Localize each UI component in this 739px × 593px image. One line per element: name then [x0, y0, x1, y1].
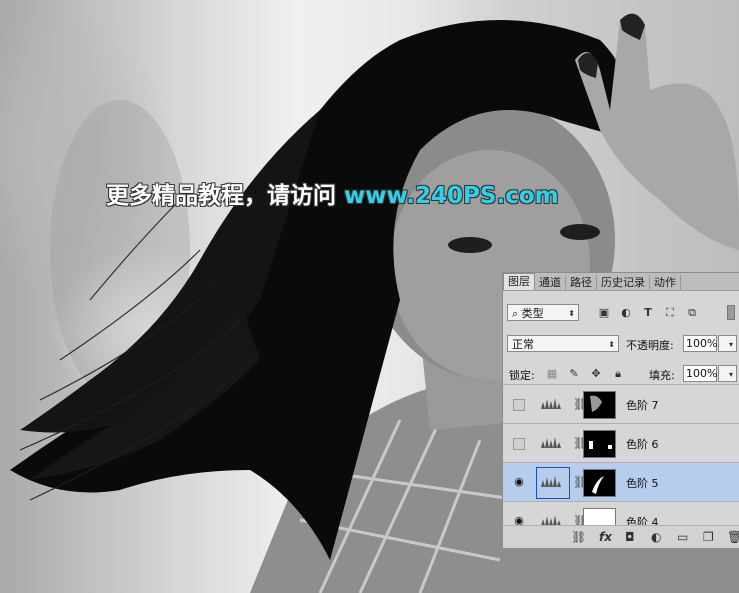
smart-object-filter-icon[interactable]: ⧉: [685, 306, 699, 320]
lock-label: 锁定:: [509, 369, 535, 382]
lock-all-icon[interactable]: 🔒︎: [611, 367, 625, 381]
layer-mask-thumbnail[interactable]: [583, 469, 616, 497]
updown-arrow-icon: ⬍: [568, 309, 575, 318]
lock-position-icon[interactable]: ✥: [589, 367, 603, 381]
fill-label: 填充:: [649, 369, 675, 382]
pixel-filter-icon[interactable]: ▣: [597, 306, 611, 320]
layer-mask-thumbnail[interactable]: [583, 430, 616, 458]
levels-adjustment-icon: [541, 398, 561, 409]
filter-kind-label: 类型: [521, 307, 544, 320]
blend-mode-value: 正常: [512, 338, 534, 351]
adjustment-filter-icon[interactable]: ◐: [619, 306, 633, 320]
watermark-text: 更多精品教程，请访问 www.240PS.com: [106, 176, 559, 210]
new-layer-icon[interactable]: ❐: [703, 530, 714, 544]
type-filter-icon[interactable]: T: [641, 306, 655, 320]
chevron-down-icon: ▾: [728, 340, 733, 349]
visibility-toggle-off[interactable]: [513, 399, 525, 411]
watermark-url: www.240PS.com: [344, 183, 559, 209]
blend-row: 正常 ⬍ 不透明度: 100% ▾: [503, 332, 739, 356]
opacity-label: 不透明度:: [626, 339, 674, 352]
chevron-down-icon: ▾: [728, 370, 733, 379]
layer-mask-thumbnail[interactable]: [583, 508, 616, 525]
tab-actions[interactable]: 动作: [650, 275, 681, 290]
layer-mask-thumbnail[interactable]: [583, 391, 616, 419]
tab-paths[interactable]: 路径: [566, 275, 597, 290]
levels-adjustment-icon: [541, 437, 561, 448]
fill-input[interactable]: 100%: [683, 365, 717, 382]
new-group-icon[interactable]: ▭: [677, 530, 688, 544]
tab-layers[interactable]: 图层: [503, 273, 535, 290]
fill-dropdown[interactable]: ▾: [718, 365, 737, 382]
watermark-cn: 更多精品教程，请访问: [106, 183, 336, 209]
lock-row: 锁定: ▦ ✎ ✥ 🔒︎ 填充: 100% ▾: [503, 362, 739, 386]
opacity-dropdown[interactable]: ▾: [718, 335, 737, 352]
layer-row[interactable]: ⛓︎ 色阶 6: [503, 423, 739, 462]
layer-row-selected[interactable]: ◉ ⛓︎ 色阶 5: [503, 462, 739, 501]
panel-bottom-bar: ⛓︎ fx ◘ ◐ ▭ ❐ 🗑︎: [503, 525, 739, 548]
search-icon: ⌕: [512, 307, 519, 320]
blend-mode-select[interactable]: 正常 ⬍: [507, 335, 619, 352]
filter-kind-select[interactable]: ⌕ 类型 ⬍: [507, 304, 579, 321]
updown-arrow-icon: ⬍: [608, 340, 615, 349]
lock-brush-icon[interactable]: ✎: [567, 367, 581, 381]
tab-history[interactable]: 历史记录: [597, 275, 650, 290]
visibility-toggle-off[interactable]: [513, 438, 525, 450]
tab-channels[interactable]: 通道: [535, 275, 566, 290]
eye-icon[interactable]: ◉: [512, 476, 526, 488]
layer-name[interactable]: 色阶 5: [626, 475, 659, 491]
delete-layer-icon[interactable]: 🗑︎: [727, 530, 739, 544]
lock-transparent-icon[interactable]: ▦: [545, 367, 559, 381]
opacity-input[interactable]: 100%: [683, 335, 717, 352]
filter-row: ⌕ 类型 ⬍ ▣ ◐ T ⛶ ⧉: [503, 300, 739, 324]
add-mask-icon[interactable]: ◘: [625, 530, 635, 544]
layer-row[interactable]: ⛓︎ 色阶 7: [503, 384, 739, 423]
eye-icon[interactable]: ◉: [512, 515, 526, 526]
levels-adjustment-icon: [541, 515, 561, 525]
layer-row[interactable]: ◉ ⛓︎ 色阶 4: [503, 501, 739, 525]
fx-button[interactable]: fx: [599, 530, 612, 544]
new-adjustment-icon[interactable]: ◐: [651, 530, 661, 544]
shape-filter-icon[interactable]: ⛶: [663, 306, 677, 320]
layer-name[interactable]: 色阶 4: [626, 514, 659, 525]
layers-panel: 图层 通道 路径 历史记录 动作 ⌕ 类型 ⬍ ▣ ◐ T ⛶ ⧉ 正常 ⬍ 不…: [502, 272, 739, 548]
filter-toggle-switch[interactable]: [727, 305, 735, 320]
layer-name[interactable]: 色阶 7: [626, 397, 659, 413]
layer-name[interactable]: 色阶 6: [626, 436, 659, 452]
link-layers-icon[interactable]: ⛓︎: [571, 530, 586, 544]
panel-tabs: 图层 通道 路径 历史记录 动作: [503, 273, 739, 291]
levels-adjustment-icon: [541, 476, 561, 487]
